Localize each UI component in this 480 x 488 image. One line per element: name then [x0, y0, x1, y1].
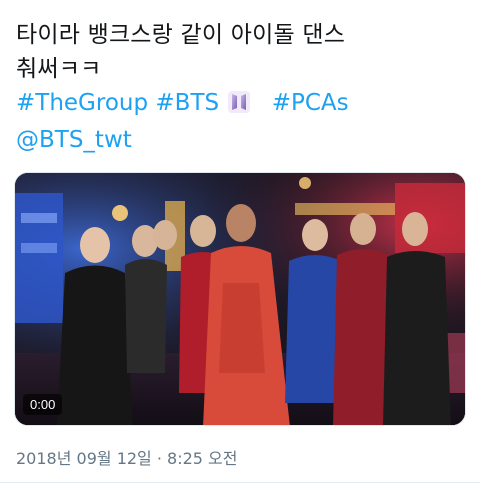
video-duration-badge: 0:00 [23, 394, 63, 415]
bts-logo-icon [228, 89, 251, 123]
tweet-card: 타이라 뱅크스랑 같이 아이돌 댄스 춰써ㅋㅋ #TheGroup #BTS #… [0, 0, 480, 488]
divider [0, 482, 480, 483]
hashtag-pcas[interactable]: #PCAs [272, 90, 349, 116]
tweet-timestamp[interactable]: 2018년 09월 12일 · 8:25 오전 [16, 445, 237, 469]
tweet-text-line-1: 타이라 뱅크스랑 같이 아이돌 댄스 [16, 22, 346, 48]
mention-bts-twt[interactable]: @BTS_twt [16, 127, 132, 153]
hashtag-thegroup[interactable]: #TheGroup [16, 90, 148, 116]
hashtags-line: #TheGroup #BTS #PCAs [16, 86, 464, 123]
video-thumbnail[interactable]: 0:00 [14, 172, 466, 426]
hashtag-bts[interactable]: #BTS [155, 90, 219, 116]
tweet-text-line-2: 춰써ㅋㅋ [16, 56, 102, 82]
mention-line: @BTS_twt [16, 123, 464, 157]
video-frame-illustration [15, 173, 465, 425]
